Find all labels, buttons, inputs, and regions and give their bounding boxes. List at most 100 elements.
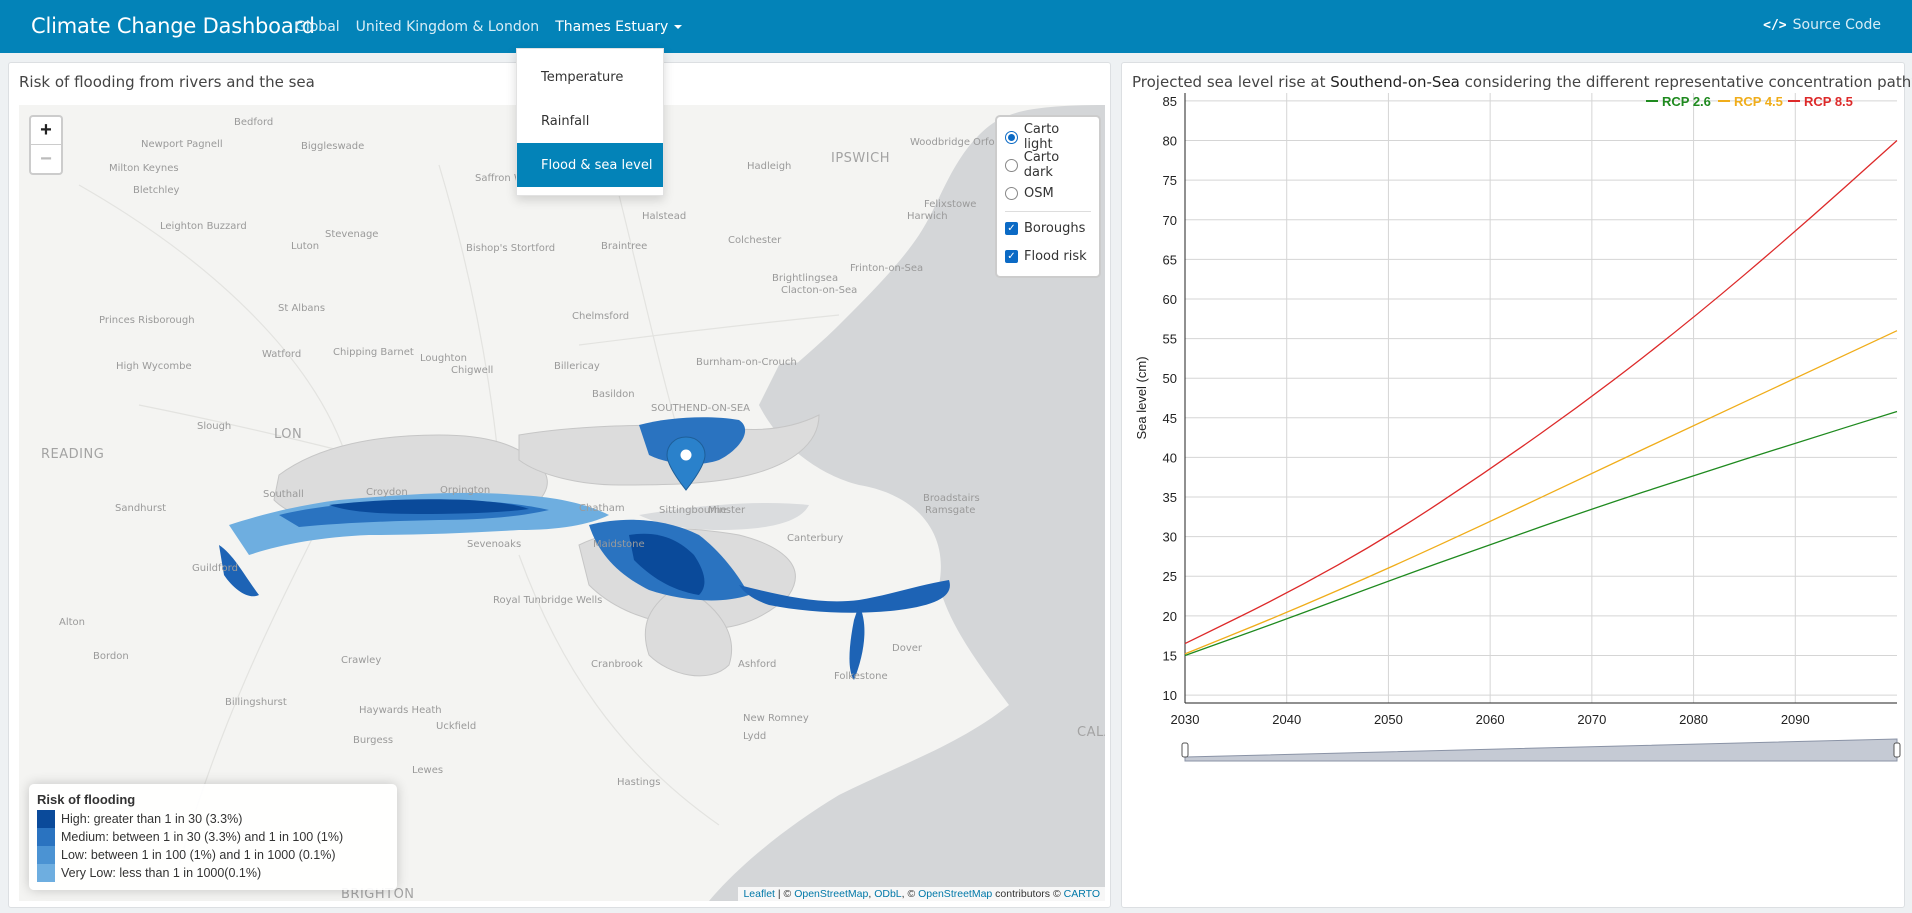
y-tick-label: 80 xyxy=(1163,134,1177,149)
x-tick-label: 2070 xyxy=(1577,712,1606,727)
zoom-control: + − xyxy=(29,115,63,175)
place-label: Billericay xyxy=(554,361,600,372)
place-label: Chipping Barnet xyxy=(333,347,414,358)
legend-swatch xyxy=(37,810,55,828)
x-tick-label: 2080 xyxy=(1679,712,1708,727)
place-label: Newport Pagnell xyxy=(141,139,223,150)
layer-divider xyxy=(1005,211,1091,212)
place-label: Dover xyxy=(892,643,922,654)
place-label: Billingshurst xyxy=(225,697,287,708)
nav-global[interactable]: Global xyxy=(295,19,340,35)
place-label: Maidstone xyxy=(593,539,645,550)
place-label: New Romney xyxy=(743,713,809,724)
osm-contrib-link[interactable]: OpenStreetMap xyxy=(918,888,992,900)
overlay-option-boroughs[interactable]: ✓ Boroughs xyxy=(1005,214,1091,242)
place-label: Luton xyxy=(291,241,320,252)
x-tick-label: 2050 xyxy=(1374,712,1403,727)
place-label: Clacton-on-Sea xyxy=(781,285,858,296)
nav-thames-estuary-label: Thames Estuary xyxy=(555,18,669,35)
nav-thames-estuary[interactable]: Thames Estuary xyxy=(555,18,683,35)
place-label: Ramsgate xyxy=(925,505,976,516)
flood-map[interactable]: Bedford Newport Pagnell Biggleswade Milt… xyxy=(19,105,1105,901)
layer-label: OSM xyxy=(1024,185,1054,201)
osm-link[interactable]: OpenStreetMap xyxy=(794,888,868,900)
overlay-label: Boroughs xyxy=(1024,220,1086,236)
place-label: Alton xyxy=(59,617,85,628)
place-label: Basildon xyxy=(592,389,635,400)
y-tick-label: 65 xyxy=(1163,252,1177,267)
y-tick-label: 10 xyxy=(1163,688,1177,703)
brand-title[interactable]: Climate Change Dashboard xyxy=(31,14,315,38)
radio-unchecked-icon[interactable] xyxy=(1005,158,1018,172)
layer-option-carto-light[interactable]: Carto light xyxy=(1005,122,1091,152)
place-label: Ashford xyxy=(738,659,777,670)
legend-label: RCP 4.5 xyxy=(1734,94,1783,109)
zoom-out-button[interactable]: − xyxy=(31,145,61,173)
overlay-label: Flood risk xyxy=(1024,248,1087,264)
place-label: Loughton xyxy=(420,353,467,364)
zoom-in-button[interactable]: + xyxy=(31,117,61,145)
leaflet-link[interactable]: Leaflet xyxy=(743,888,775,900)
sea-level-chart[interactable]: 10 15 20 25 30 35 40 45 50 55 60 65 70 75 80 85 2030 2040… xyxy=(1122,93,1906,909)
checkbox-checked-icon[interactable]: ✓ xyxy=(1005,221,1018,235)
y-tick-label: 20 xyxy=(1163,609,1177,624)
place-label: Haywards Heath xyxy=(359,705,442,716)
legend-item: High: greater than 1 in 30 (3.3%) xyxy=(37,810,389,828)
y-tick-label: 35 xyxy=(1163,490,1177,505)
place-label: St Albans xyxy=(278,303,326,314)
place-label: Croydon xyxy=(366,487,408,498)
x-tick-label: 2040 xyxy=(1272,712,1301,727)
attrib-text: | © xyxy=(774,888,795,900)
checkbox-checked-icon[interactable]: ✓ xyxy=(1005,249,1018,263)
legend-swatch xyxy=(37,864,55,882)
place-label: Frinton-on-Sea xyxy=(850,263,924,274)
series-line-rcp-4-5 xyxy=(1184,330,1898,655)
x-tick-label: 2060 xyxy=(1476,712,1505,727)
place-label: Guildford xyxy=(192,563,238,574)
place-label: Hastings xyxy=(617,777,661,788)
place-label: Sevenoaks xyxy=(467,539,522,550)
layer-option-carto-dark[interactable]: Carto dark xyxy=(1005,150,1091,180)
legend-label: Medium: between 1 in 30 (3.3%) and 1 in … xyxy=(61,830,344,844)
place-label: Felixstowe xyxy=(924,199,977,210)
y-tick-label: 25 xyxy=(1163,569,1177,584)
range-selector-area xyxy=(1184,738,1898,762)
place-label: Milton Keynes xyxy=(109,163,179,174)
layer-option-osm[interactable]: OSM xyxy=(1005,179,1091,207)
place-label: Folkestone xyxy=(834,671,888,682)
carto-link[interactable]: CARTO xyxy=(1064,888,1100,900)
place-label: Braintree xyxy=(601,241,648,252)
place-label: Chelmsford xyxy=(572,311,630,322)
radio-checked-icon[interactable] xyxy=(1005,130,1018,144)
place-label: Bishop's Stortford xyxy=(466,243,556,254)
y-tick-label: 60 xyxy=(1163,292,1177,307)
map-attribution: Leaflet | © OpenStreetMap, ODbL, © OpenS… xyxy=(738,887,1105,901)
odbl-link[interactable]: ODbL xyxy=(874,888,901,900)
range-handle-right-icon xyxy=(1893,742,1901,758)
range-handle-left-icon xyxy=(1181,742,1189,758)
place-label: READING xyxy=(41,447,105,462)
overlay-option-flood-risk[interactable]: ✓ Flood risk xyxy=(1005,242,1091,270)
legend-swatch xyxy=(37,846,55,864)
legend-label: RCP 2.6 xyxy=(1662,94,1711,109)
source-code-label: Source Code xyxy=(1792,17,1881,33)
legend-label: Very Low: less than 1 in 1000(0.1%) xyxy=(61,866,262,880)
caret-down-icon xyxy=(674,24,683,29)
place-label: IPSWICH xyxy=(831,151,890,166)
dropdown-item-temperature[interactable]: Temperature xyxy=(517,55,663,99)
radio-unchecked-icon[interactable] xyxy=(1005,186,1018,200)
legend-item: Medium: between 1 in 30 (3.3%) and 1 in … xyxy=(37,828,389,846)
place-label: Bordon xyxy=(93,651,129,662)
y-tick-label: 85 xyxy=(1163,94,1177,109)
dropdown-item-rainfall[interactable]: Rainfall xyxy=(517,99,663,143)
title-post: considering the different representative… xyxy=(1464,73,1912,91)
source-code-link[interactable]: </> Source Code xyxy=(1763,17,1881,33)
place-label: Orpington xyxy=(440,485,491,496)
layer-label: Carto dark xyxy=(1023,150,1060,180)
place-label: Woodbridge xyxy=(910,137,970,148)
attrib-text: , © xyxy=(901,888,919,900)
series-line-rcp-2-6 xyxy=(1184,410,1898,657)
place-label: Slough xyxy=(197,421,232,432)
dropdown-item-flood-sea-level[interactable]: Flood & sea level xyxy=(517,143,663,187)
nav-uk-london[interactable]: United Kingdom & London xyxy=(356,19,540,35)
